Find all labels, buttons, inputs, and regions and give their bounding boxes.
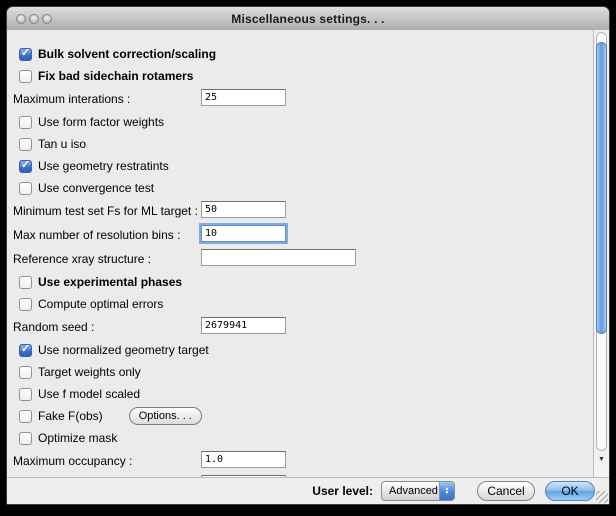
checkbox-row-use-convergence-test: Use convergence test [7, 177, 593, 199]
random-seed-input[interactable]: 2679941 [201, 317, 286, 334]
field-row-maximum-interations: Maximum interations : 25 [7, 87, 593, 111]
zoom-button[interactable] [42, 14, 52, 24]
title-bar[interactable]: Miscellaneous settings. . . [7, 7, 609, 31]
use-f-model-scaled-checkbox[interactable] [19, 388, 32, 401]
checkbox-label: Fix bad sidechain rotamers [38, 69, 193, 83]
minimum-test-set-fs-for-ml-target-input[interactable]: 50 [201, 201, 286, 218]
checkbox-label: Use form factor weights [38, 115, 164, 129]
use-experimental-phases-checkbox[interactable] [19, 276, 32, 289]
check-icon: ✓ [21, 344, 30, 355]
field-label: Minimum test set Fs for ML target : [13, 204, 198, 218]
dropdown-stepper-icon: ▲▼ [439, 482, 454, 500]
settings-dialog: Miscellaneous settings. . . ✓ Bulk solven… [6, 6, 610, 505]
check-icon: ✓ [21, 48, 30, 59]
bulk-solvent-correction-scaling-checkbox[interactable]: ✓ [19, 48, 32, 61]
close-button[interactable] [16, 14, 26, 24]
ok-button[interactable]: OK [545, 481, 595, 501]
checkbox-row-fix-bad-sidechain-rotamers: Fix bad sidechain rotamers [7, 65, 593, 87]
checkbox-row-target-weights-only: Target weights only [7, 361, 593, 383]
checkbox-label: Tan u iso [38, 137, 86, 151]
field-row-minimum-test-set-fs-for-ml-target: Minimum test set Fs for ML target :50 [7, 199, 593, 223]
max-number-of-resolution-bins-input[interactable]: 10 [201, 225, 286, 242]
optimize-mask-checkbox[interactable] [19, 432, 32, 445]
fake-f-obs-checkbox[interactable] [19, 410, 32, 423]
field-label: Maximum interations : [13, 92, 130, 106]
checkbox-label: Use geometry restratints [38, 159, 169, 173]
field-label: Reference xray structure : [13, 252, 151, 266]
checkbox-label: Target weights only [38, 365, 141, 379]
user-level-dropdown[interactable]: Advanced ▲▼ [381, 481, 455, 501]
settings-form: ✓ Bulk solvent correction/scaling Fix bad … [7, 30, 593, 477]
target-weights-only-checkbox[interactable] [19, 366, 32, 379]
user-level-value: Advanced [382, 485, 439, 497]
checkbox-label: Use normalized geometry target [38, 343, 209, 357]
window-title: Miscellaneous settings. . . [7, 12, 609, 26]
checkbox-row-compute-optimal-errors: Compute optimal errors [7, 293, 593, 315]
tan-u-iso-checkbox[interactable] [19, 138, 32, 151]
scroll-down-icon[interactable]: ▼ [594, 455, 609, 465]
dialog-footer: User level: Advanced ▲▼ Cancel OK [7, 477, 609, 504]
maximum-interations-input[interactable]: 25 [201, 89, 286, 106]
checkbox-row-use-experimental-phases: Use experimental phases [7, 271, 593, 293]
user-level-label: User level: [312, 484, 373, 498]
checkbox-row-use-normalized-geometry-target: ✓ Use normalized geometry target [7, 339, 593, 361]
use-geometry-restratints-checkbox[interactable]: ✓ [19, 160, 32, 173]
fix-bad-sidechain-rotamers-checkbox[interactable] [19, 70, 32, 83]
checkbox-row-use-f-model-scaled: Use f model scaled [7, 383, 593, 405]
maximum-occupancy-input[interactable]: 1.0 [201, 451, 286, 468]
field-label: Random seed : [13, 320, 94, 334]
field-row-maximum-occupancy: Maximum occupancy : 1.0 [7, 449, 593, 473]
scrollbar-thumb[interactable] [596, 42, 607, 334]
checkbox-row-use-geometry-restratints: ✓ Use geometry restratints [7, 155, 593, 177]
use-normalized-geometry-target-checkbox[interactable]: ✓ [19, 344, 32, 357]
field-row-reference-xray-structure: Reference xray structure : [7, 247, 593, 271]
options-button[interactable]: Options. . . [129, 407, 202, 425]
field-label: Maximum occupancy : [13, 454, 132, 468]
checkbox-label: Use experimental phases [38, 275, 182, 289]
window-controls [16, 7, 52, 30]
resize-grip[interactable] [596, 491, 608, 503]
cancel-button[interactable]: Cancel [477, 481, 535, 501]
checkbox-row-fake-f-obs: Fake F(obs) Options. . . [7, 405, 593, 427]
checkbox-row-use-form-factor-weights: Use form factor weights [7, 111, 593, 133]
checkbox-label: Use f model scaled [38, 387, 140, 401]
compute-optimal-errors-checkbox[interactable] [19, 298, 32, 311]
checkbox-row-tan-u-iso: Tan u iso [7, 133, 593, 155]
checkbox-row-bulk-solvent-correction-scaling: ✓ Bulk solvent correction/scaling [7, 43, 593, 65]
minimize-button[interactable] [29, 14, 39, 24]
checkbox-label: Bulk solvent correction/scaling [38, 47, 216, 61]
field-row-random-seed: Random seed : 2679941 [7, 315, 593, 339]
vertical-scrollbar[interactable]: ▲ ▼ [593, 30, 609, 477]
field-row-max-number-of-resolution-bins: Max number of resolution bins : 10 [7, 223, 593, 247]
checkbox-label: Use convergence test [38, 181, 154, 195]
field-label: Max number of resolution bins : [13, 228, 180, 242]
use-convergence-test-checkbox[interactable] [19, 182, 32, 195]
check-icon: ✓ [21, 160, 30, 171]
reference-xray-structure-input[interactable] [201, 249, 356, 266]
checkbox-label: Compute optimal errors [38, 297, 163, 311]
checkbox-row-optimize-mask: Optimize mask [7, 427, 593, 449]
use-form-factor-weights-checkbox[interactable] [19, 116, 32, 129]
checkbox-label: Fake F(obs) [38, 409, 103, 423]
checkbox-label: Optimize mask [38, 431, 117, 445]
